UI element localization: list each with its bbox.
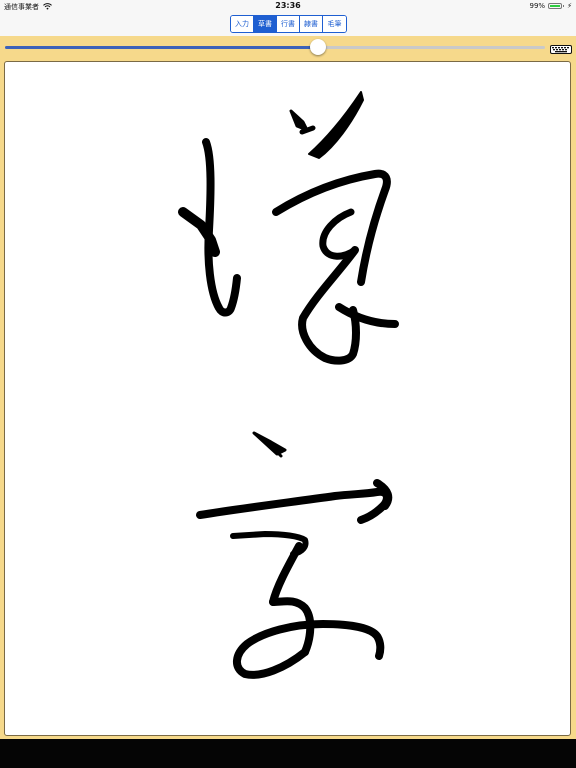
battery-group: 99% ⚡ — [530, 2, 572, 10]
calligraphy-glyph-1 — [178, 91, 399, 365]
size-slider-fill — [5, 46, 319, 49]
style-segmented-control: 入力 草書 行書 隷書 毛筆 — [230, 15, 347, 33]
segment-input[interactable]: 入力 — [231, 16, 254, 32]
size-slider-track[interactable] — [5, 46, 545, 49]
bottom-bar — [0, 739, 576, 768]
segment-reisho[interactable]: 隷書 — [300, 16, 323, 32]
status-bar: 通信事業者 23:36 99% ⚡ — [0, 0, 576, 12]
top-bar: 通信事業者 23:36 99% ⚡ 入力 草書 行書 隷書 毛筆 — [0, 0, 576, 36]
keyboard-icon — [550, 39, 572, 58]
keyboard-toggle-button[interactable]: ⌄ — [550, 39, 572, 65]
charging-bolt-icon: ⚡ — [567, 2, 572, 10]
calligraphy-canvas — [4, 61, 571, 736]
calligraphy-glyph-2 — [196, 431, 393, 679]
segment-gyosho[interactable]: 行書 — [277, 16, 300, 32]
battery-icon — [548, 3, 565, 9]
clock: 23:36 — [275, 1, 301, 10]
segment-mohitsu[interactable]: 毛筆 — [323, 16, 346, 32]
battery-percent: 99% — [529, 2, 546, 10]
segment-sosho[interactable]: 草書 — [254, 16, 277, 32]
